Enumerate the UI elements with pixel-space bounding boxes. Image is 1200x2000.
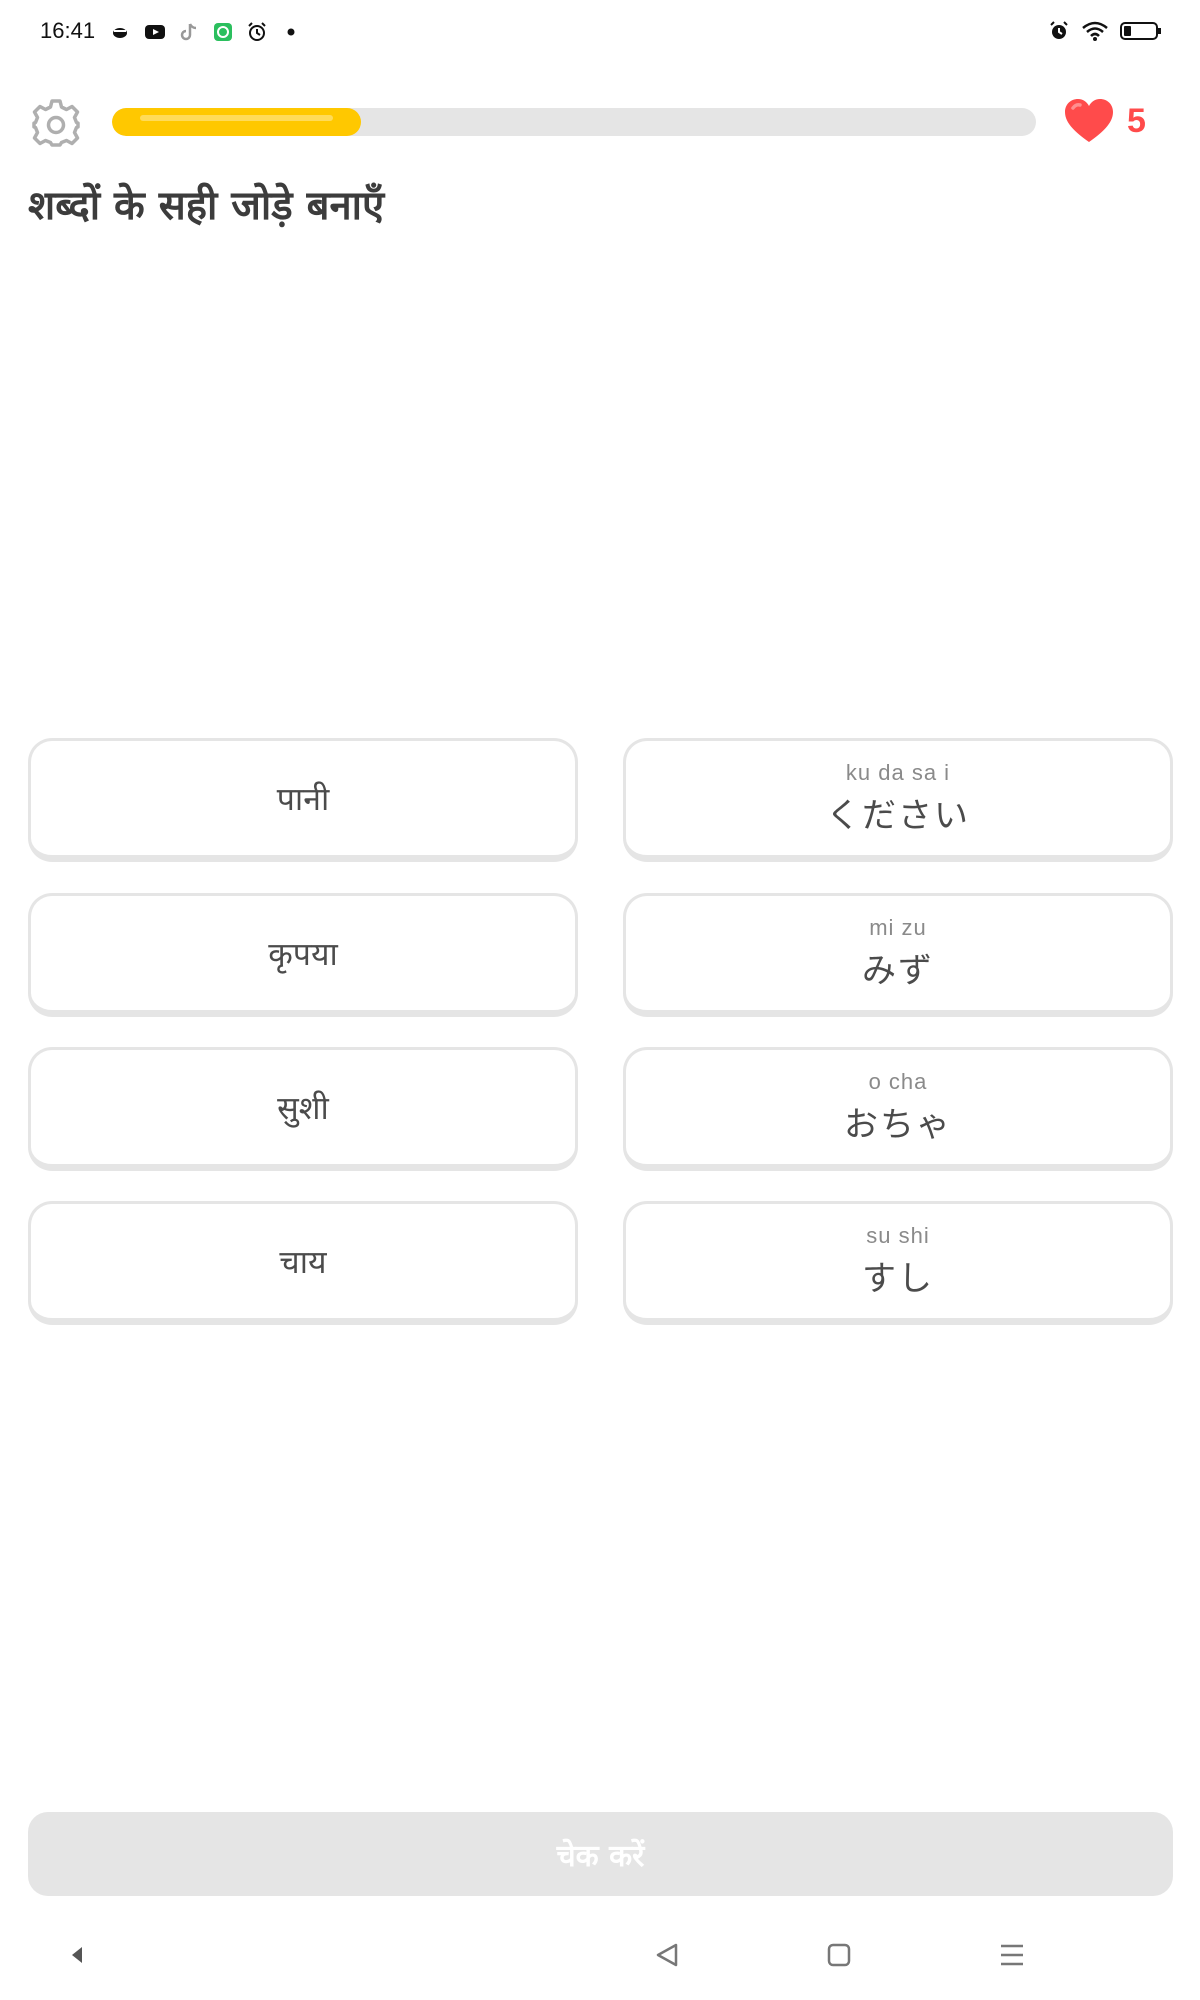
tile-text: सुशी [277,1088,329,1127]
tile-text: पानी [276,779,330,818]
hearts-counter[interactable]: 5 [1063,98,1146,144]
tile-text: कृपया [268,934,338,973]
alarm-icon [248,22,266,41]
tile-reading: mi zu [869,914,927,940]
prompt-title: शब्दों के सही जोड़े बनाएँ [28,183,385,229]
coffee-cup-icon [113,28,127,38]
tiktok-icon [180,23,197,41]
hearts-count: 5 [1127,101,1146,140]
tile-text: おちゃ [844,1104,952,1145]
word-tile-left-2[interactable]: कृपया [28,893,578,1017]
menu-icon[interactable] [992,1935,1032,1975]
status-bar: 16:41 [0,0,1200,66]
back-small-icon[interactable] [58,1935,98,1975]
status-icons-right [1048,20,1162,42]
alarm-icon [1050,21,1068,39]
word-tile-left-3[interactable]: सुशी [28,1047,578,1171]
battery-icon [1120,22,1161,40]
word-tile-left-1[interactable]: पानी [28,738,578,862]
tile-text: ください [826,795,970,836]
check-button[interactable]: चेक करें [28,1812,1173,1896]
youtube-icon [145,25,165,39]
lesson-progress-bar [112,108,1036,136]
settings-gear-icon[interactable] [30,97,82,149]
wifi-icon [1082,21,1108,41]
status-time: 16:41 [40,18,96,43]
word-tile-right-3[interactable]: o cha おちゃ [623,1047,1173,1171]
system-nav-bar [0,1935,1200,1985]
progress-fill [112,108,361,136]
tile-reading: su shi [866,1222,930,1248]
tile-reading: o cha [868,1068,928,1094]
back-icon[interactable] [648,1935,688,1975]
word-tile-right-4[interactable]: su shi すし [623,1201,1173,1325]
progress-shine [140,115,333,121]
word-tile-right-1[interactable]: ku da sa i ください [623,738,1173,862]
word-tile-left-4[interactable]: चाय [28,1201,578,1325]
heart-icon [1065,99,1113,142]
tile-reading: ku da sa i [845,759,951,785]
tile-text: すし [862,1258,934,1299]
dot-icon [287,28,295,36]
check-button-label: चेक करें [556,1838,645,1874]
green-app-icon [214,23,232,41]
word-tile-right-2[interactable]: mi zu みず [623,893,1173,1017]
tile-text: चाय [279,1242,327,1281]
tile-text: みず [862,950,934,991]
status-icons-left [110,21,302,43]
home-icon[interactable] [819,1935,859,1975]
